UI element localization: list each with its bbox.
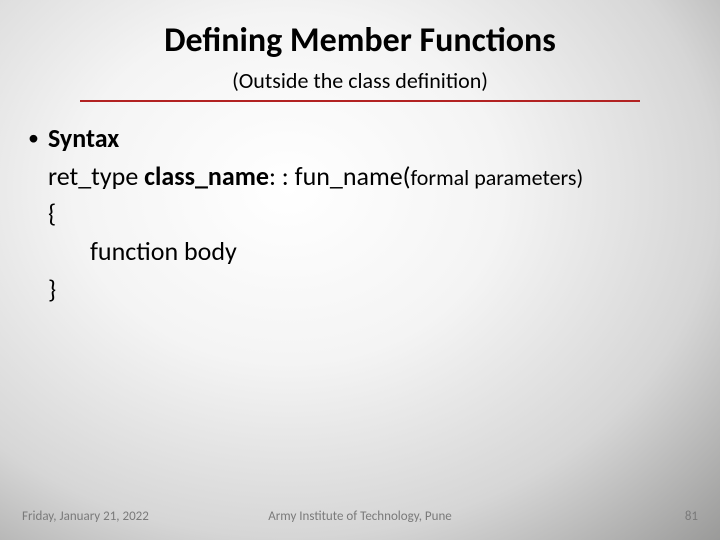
code-seg-params: formal parameters) (411, 164, 584, 191)
footer-page-number: 81 (685, 509, 698, 524)
footer: Friday, January 21, 2022 Army Institute … (0, 509, 720, 524)
code-seg-classname: class_name (144, 160, 269, 192)
content-area: • Syntax ret_type class_name: : fun_name… (0, 120, 720, 308)
footer-date: Friday, January 21, 2022 (22, 509, 149, 524)
footer-org: Army Institute of Technology, Pune (268, 509, 451, 524)
bullet-row: • Syntax (28, 120, 692, 158)
code-seg-sep: : : fun_name( (269, 160, 411, 192)
code-line-2: { (48, 195, 692, 233)
code-seg-body: function body (90, 235, 237, 267)
slide: Defining Member Functions (Outside the c… (0, 0, 720, 540)
code-line-4: } (48, 271, 692, 309)
title-block: Defining Member Functions (Outside the c… (0, 0, 720, 102)
slide-subtitle: (Outside the class definition) (0, 67, 720, 94)
code-block: ret_type class_name: : fun_name(formal p… (28, 158, 692, 309)
syntax-label: Syntax (48, 120, 119, 158)
code-seg-rettype: ret_type (48, 160, 144, 192)
code-line-3: function body (48, 233, 692, 271)
slide-title: Defining Member Functions (0, 20, 720, 61)
bullet-marker: • (28, 120, 48, 155)
code-line-1: ret_type class_name: : fun_name(formal p… (48, 158, 692, 196)
title-underline (80, 100, 640, 102)
